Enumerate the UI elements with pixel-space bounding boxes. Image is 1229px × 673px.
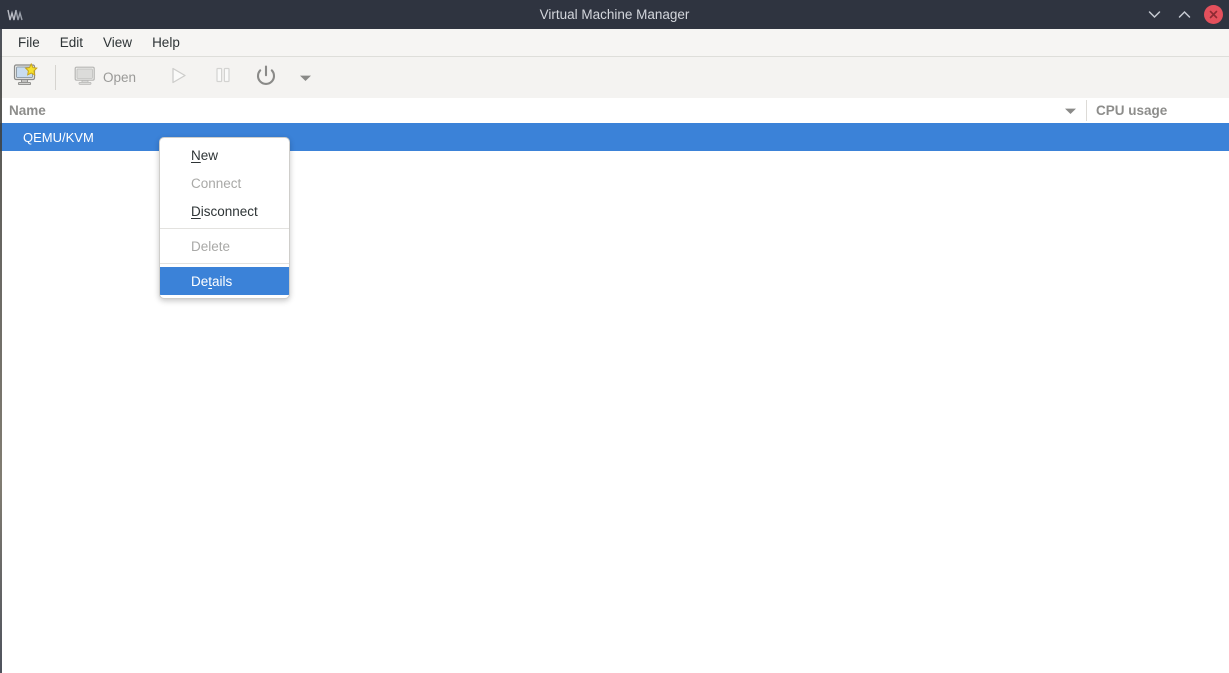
context-menu-item-new-label: ew	[200, 147, 219, 163]
list-item-label: QEMU/KVM	[23, 129, 94, 145]
toolbar-separator	[55, 65, 56, 90]
menubar-item-help[interactable]: Help	[142, 32, 190, 53]
context-menu-item-new[interactable]: New	[160, 141, 289, 169]
play-icon	[169, 66, 189, 90]
pause-icon	[214, 66, 232, 89]
context-menu-separator	[160, 228, 289, 229]
titlebar[interactable]: Virtual Machine Manager	[0, 0, 1229, 29]
toolbar: Open	[0, 57, 1229, 98]
maximize-icon[interactable]	[1174, 5, 1194, 25]
list-column-header: Name CPU usage	[0, 98, 1229, 123]
shutdown-menu-button[interactable]	[295, 70, 315, 86]
context-menu-item-details-prefix: De	[191, 273, 209, 289]
context-menu-item-connect-label: Connect	[191, 175, 242, 191]
column-header-cpu-usage[interactable]: CPU usage	[1087, 98, 1229, 123]
new-vm-button[interactable]	[11, 62, 41, 92]
context-menu-item-disconnect-label: isconnect	[200, 203, 258, 219]
caret-down-icon	[299, 69, 312, 87]
window-title: Virtual Machine Manager	[539, 7, 690, 22]
menubar-item-file[interactable]: File	[8, 32, 50, 53]
pause-button[interactable]	[211, 66, 235, 89]
close-icon[interactable]	[1204, 5, 1223, 24]
virtual-machine-manager-window: Virtual Machine Manager File Edit View H…	[0, 0, 1229, 673]
sort-descending-icon[interactable]	[1064, 98, 1077, 123]
open-button[interactable]: Open	[66, 63, 144, 92]
window-controls	[1144, 0, 1223, 29]
context-menu-item-details[interactable]: De t ails	[160, 267, 289, 295]
context-menu-item-details-label: ails	[212, 273, 233, 289]
context-menu-item-delete[interactable]: Delete	[160, 232, 289, 260]
context-menu-item-disconnect-mnemonic: D	[191, 203, 201, 219]
open-button-label: Open	[103, 70, 137, 85]
column-header-name-label: Name	[9, 103, 46, 118]
monitor-icon	[74, 66, 96, 90]
new-vm-monitor-star-icon	[13, 62, 39, 92]
context-menu-item-delete-label: Delete	[191, 238, 231, 254]
context-menu-item-disconnect[interactable]: Disconnect	[160, 197, 289, 225]
minimize-icon[interactable]	[1144, 5, 1164, 25]
column-header-name[interactable]: Name	[0, 98, 1086, 123]
column-header-cpu-usage-label: CPU usage	[1096, 103, 1168, 118]
shutdown-button[interactable]	[253, 65, 279, 91]
context-menu-item-connect[interactable]: Connect	[160, 169, 289, 197]
context-menu-separator	[160, 263, 289, 264]
menubar-item-edit[interactable]: Edit	[50, 32, 93, 53]
context-menu-item-new-mnemonic: N	[191, 147, 201, 163]
context-menu: New Connect Disconnect Delete De t ails	[159, 137, 290, 299]
window-left-edge	[0, 29, 2, 673]
menubar-item-view[interactable]: View	[93, 32, 142, 53]
menubar: File Edit View Help	[0, 29, 1229, 57]
run-button[interactable]	[166, 66, 192, 89]
power-icon	[254, 64, 278, 93]
